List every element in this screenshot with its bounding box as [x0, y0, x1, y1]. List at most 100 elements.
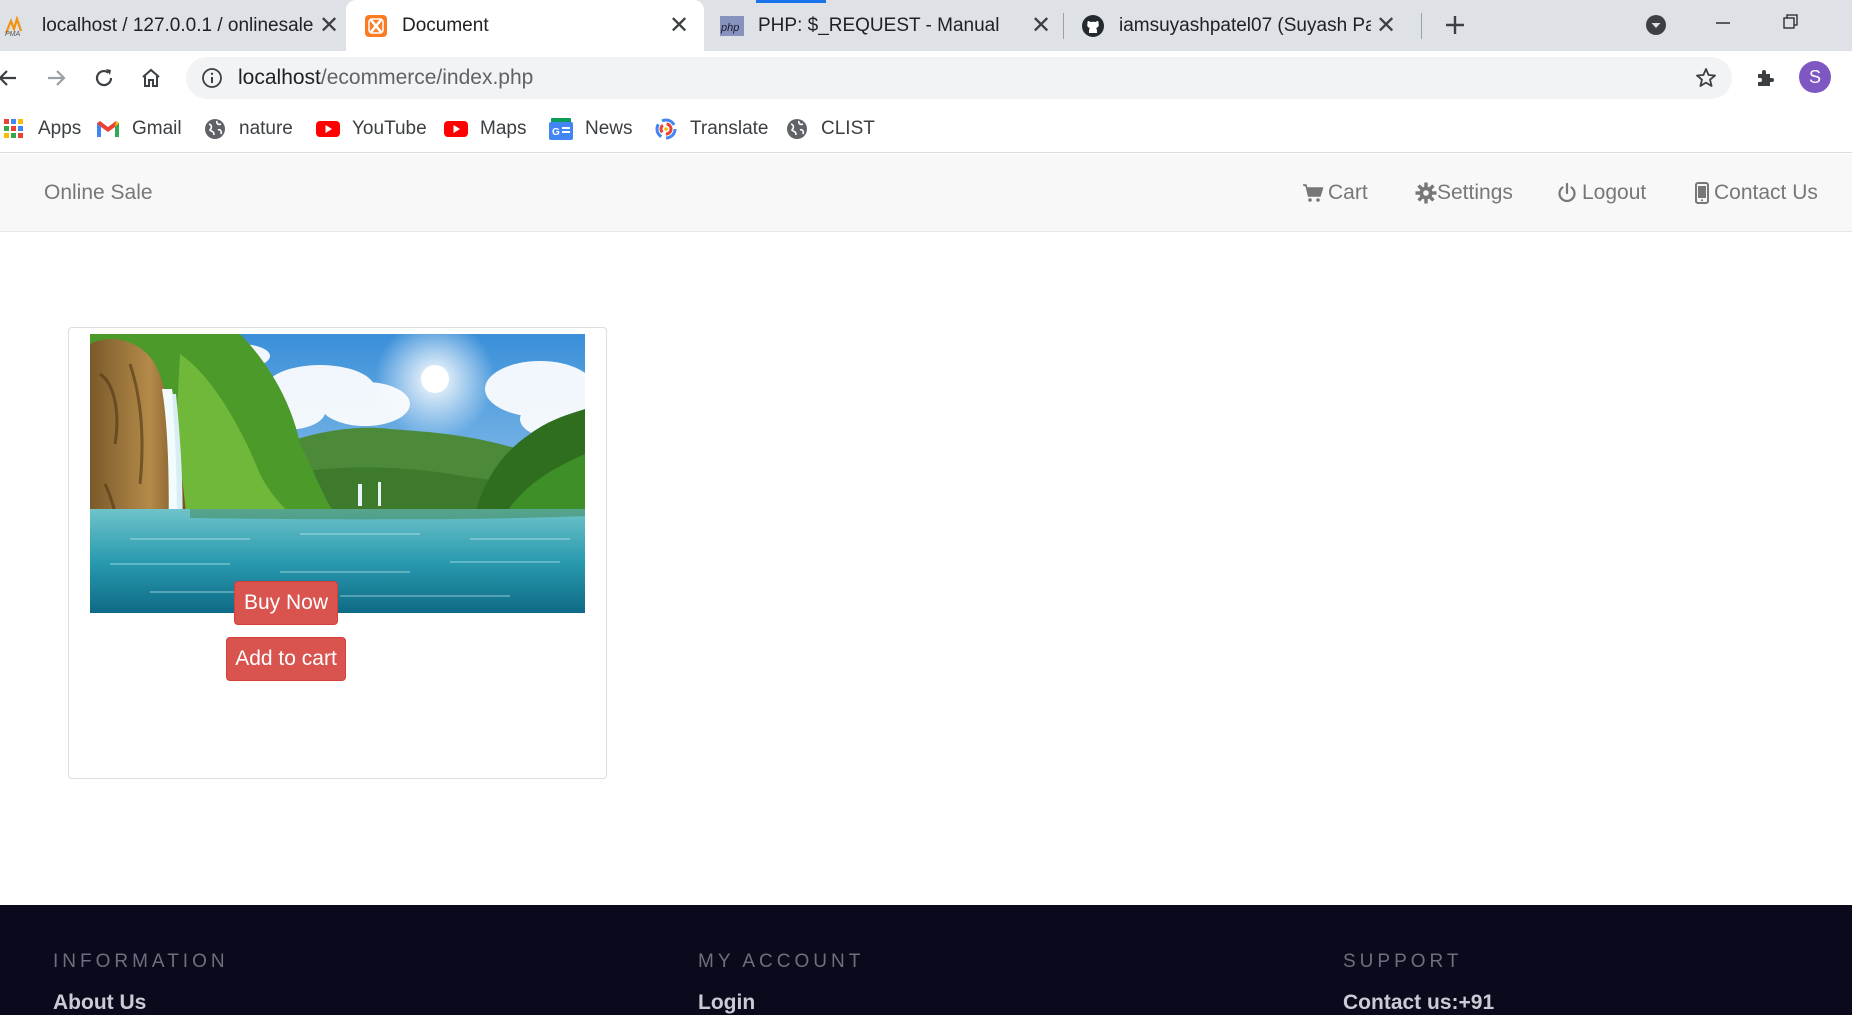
back-button[interactable] — [0, 60, 26, 96]
plus-icon — [1446, 16, 1464, 34]
nav-contact-us[interactable]: Contact Us — [1694, 181, 1818, 205]
add-to-cart-button[interactable]: Add to cart — [226, 637, 346, 681]
arrow-left-icon — [0, 70, 16, 86]
bookmark-clist[interactable]: CLIST — [785, 115, 875, 143]
youtube-icon — [444, 117, 468, 141]
tab-title: localhost / 127.0.0.1 / onlinesale — [42, 14, 314, 36]
footer-column-support: SUPPORT Contact us:+91 — [1343, 951, 1494, 1015]
github-icon — [1081, 14, 1105, 38]
phpmyadmin-icon: PMA — [4, 14, 28, 38]
bookmark-label: News — [585, 118, 633, 139]
bookmark-gmail[interactable]: Gmail — [96, 115, 182, 143]
footer-link-contact[interactable]: Contact us:+91 — [1343, 991, 1494, 1015]
address-bar[interactable]: localhost/ecommerce/index.php — [186, 57, 1732, 99]
site-navbar: Online Sale Cart Settings Logout Contact… — [0, 154, 1852, 232]
buy-now-button[interactable]: Buy Now — [234, 581, 338, 625]
php-icon: php — [720, 14, 744, 38]
phone-icon — [1694, 182, 1710, 204]
bookmark-label: YouTube — [352, 118, 427, 139]
bookmark-label: nature — [239, 118, 293, 139]
nav-label: Contact Us — [1714, 181, 1818, 204]
cart-icon — [1302, 183, 1324, 203]
profile-avatar[interactable]: S — [1799, 61, 1831, 93]
navbar-brand[interactable]: Online Sale — [44, 181, 153, 205]
globe-icon — [785, 117, 809, 141]
bookmark-label: Apps — [38, 118, 82, 139]
reload-icon — [95, 69, 113, 87]
svg-text:PMA: PMA — [5, 31, 21, 37]
close-tab-icon[interactable]: ✕ — [1026, 11, 1056, 41]
bookmark-news[interactable]: G News — [549, 115, 633, 143]
bookmark-label: Gmail — [132, 118, 182, 139]
translate-icon — [654, 117, 678, 141]
bookmark-translate[interactable]: Translate — [654, 115, 769, 143]
gear-icon — [1415, 182, 1437, 204]
footer-column-information: INFORMATION About Us — [53, 951, 229, 1015]
nav-label: Cart — [1328, 181, 1368, 204]
tab-separator — [1063, 13, 1064, 39]
tab-search-button[interactable] — [1638, 7, 1674, 43]
product-card: Buy Now Add to cart — [68, 327, 607, 779]
tab-title: Document — [402, 14, 489, 36]
bookmark-youtube[interactable]: YouTube — [316, 115, 427, 143]
url-path: /ecommerce/index.php — [320, 66, 534, 89]
footer-link-login[interactable]: Login — [698, 991, 864, 1015]
tab-github[interactable]: iamsuyashpatel07 (Suyash Patel) ✕ — [1081, 0, 1401, 51]
footer-column-my-account: MY ACCOUNT Login — [698, 951, 864, 1015]
tab-document[interactable]: Document ✕ — [346, 0, 704, 51]
google-news-icon: G — [549, 117, 573, 141]
footer-heading: MY ACCOUNT — [698, 951, 865, 972]
arrow-right-icon — [48, 70, 66, 86]
site-footer: INFORMATION About Us MY ACCOUNT Login SU… — [0, 905, 1852, 1015]
restore-button[interactable] — [1773, 4, 1809, 40]
footer-link-about-us[interactable]: About Us — [53, 991, 229, 1015]
minimize-button[interactable] — [1705, 4, 1741, 40]
home-button[interactable] — [133, 60, 169, 96]
extensions-button[interactable] — [1748, 60, 1784, 96]
svg-text:G: G — [552, 127, 560, 138]
minimize-icon — [1716, 22, 1730, 24]
bookmark-label: CLIST — [821, 118, 875, 139]
youtube-icon — [316, 117, 340, 141]
xampp-icon — [364, 14, 388, 38]
tab-separator — [1421, 13, 1422, 39]
tab-php-manual[interactable]: php PHP: $_REQUEST - Manual ✕ — [720, 0, 1056, 51]
reload-button[interactable] — [86, 60, 122, 96]
url-host: localhost — [238, 66, 321, 89]
new-tab-button[interactable] — [1437, 7, 1473, 43]
tab-title: iamsuyashpatel07 (Suyash Patel) — [1119, 14, 1371, 36]
bookmark-label: Maps — [480, 118, 527, 139]
nav-settings[interactable]: Settings — [1415, 181, 1513, 205]
power-icon — [1556, 182, 1578, 204]
url-text: localhost/ecommerce/index.php — [238, 66, 533, 90]
footer-heading: SUPPORT — [1343, 951, 1463, 972]
footer-heading: INFORMATION — [53, 951, 229, 972]
svg-text:php: php — [720, 22, 739, 34]
restore-icon — [1783, 14, 1798, 29]
nav-logout[interactable]: Logout — [1556, 181, 1646, 205]
bookmark-label: Translate — [690, 118, 769, 139]
bookmarks-bar: Apps Gmail nature YouTube Maps G News Tr… — [0, 105, 1852, 153]
product-image[interactable] — [90, 334, 585, 613]
close-tab-icon[interactable]: ✕ — [1371, 11, 1401, 41]
browser-toolbar: localhost/ecommerce/index.php S — [0, 51, 1852, 105]
info-icon[interactable] — [200, 66, 224, 90]
bookmark-maps[interactable]: Maps — [444, 115, 526, 143]
close-tab-icon[interactable]: ✕ — [664, 11, 694, 41]
tab-phpmyadmin[interactable]: PMA localhost / 127.0.0.1 / onlinesale ✕ — [4, 0, 344, 51]
tab-title: PHP: $_REQUEST - Manual — [758, 14, 1000, 36]
puzzle-icon — [1758, 70, 1774, 86]
forward-button[interactable] — [38, 60, 74, 96]
globe-icon — [203, 117, 227, 141]
nav-label: Settings — [1437, 181, 1513, 204]
nav-cart[interactable]: Cart — [1302, 181, 1368, 205]
gmail-icon — [96, 117, 120, 141]
bookmark-star-icon[interactable] — [1694, 66, 1718, 95]
apps-grid-icon — [2, 117, 26, 141]
bookmark-nature[interactable]: nature — [203, 115, 293, 143]
close-tab-icon[interactable]: ✕ — [314, 11, 344, 41]
chevron-down-circle-icon — [1646, 15, 1666, 35]
home-icon — [142, 68, 160, 87]
bookmark-apps[interactable]: Apps — [2, 115, 81, 143]
nav-label: Logout — [1582, 181, 1647, 204]
